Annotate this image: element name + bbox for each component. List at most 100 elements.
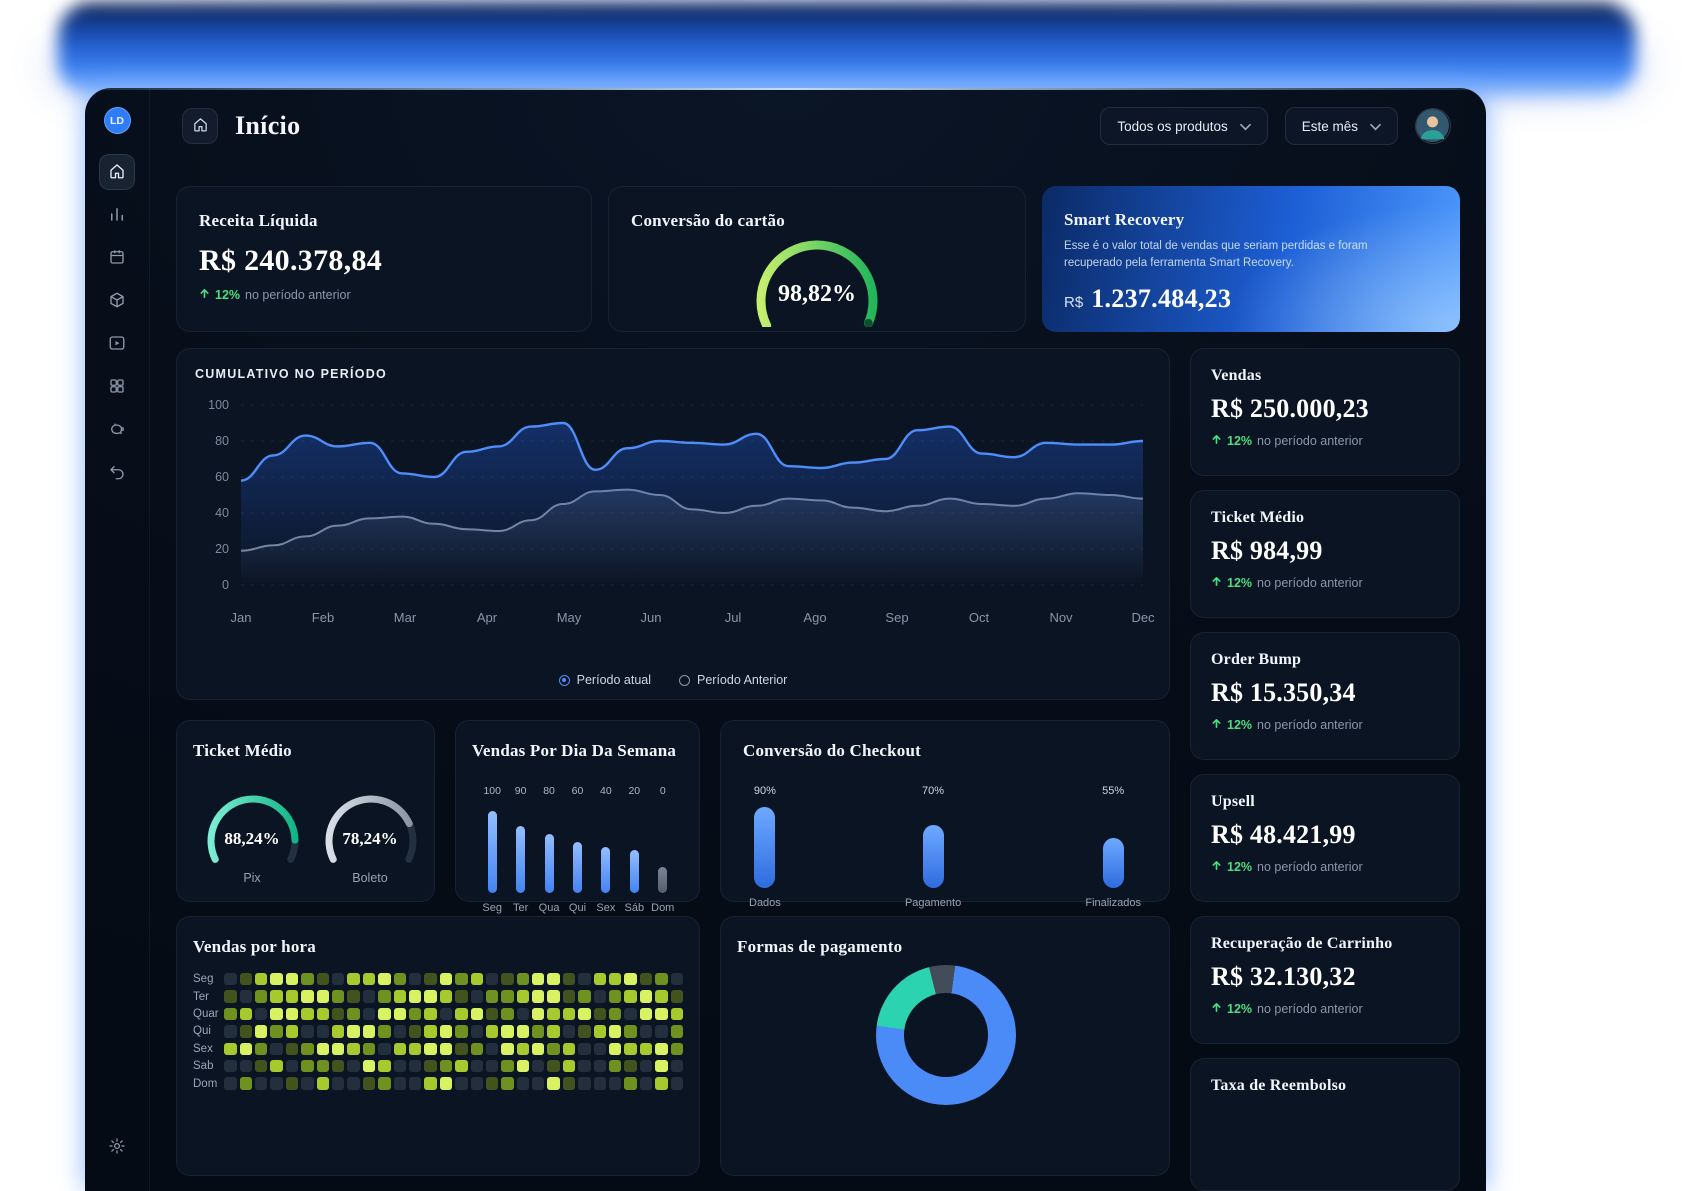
heatmap-cell — [624, 1042, 637, 1055]
heatmap-cell — [516, 1007, 530, 1021]
heatmap-cell — [362, 1077, 376, 1090]
heatmap-cell — [516, 1025, 530, 1038]
heatmap-cell — [532, 973, 545, 986]
heatmap-cell — [655, 1059, 668, 1073]
sidebar-item-calendar[interactable] — [99, 240, 135, 276]
stat-title: Taxa de Reembolso — [1211, 1077, 1347, 1094]
weekday-bar — [544, 834, 554, 893]
heatmap-cell — [301, 1077, 314, 1090]
heatmap-cell — [470, 1007, 483, 1021]
checkout-label: Finalizados — [1085, 897, 1141, 909]
up-arrow-icon — [1211, 434, 1222, 448]
heatmap-cell — [439, 973, 453, 986]
heatmap-cell — [455, 990, 468, 1003]
heatmap-cell — [501, 990, 514, 1003]
svg-text:Apr: Apr — [477, 610, 498, 625]
heatmap-cell — [362, 1007, 376, 1021]
heatmap-cell — [255, 1059, 268, 1073]
heatmap-cell — [609, 1007, 622, 1021]
sidebar-item-settings[interactable] — [99, 1129, 135, 1165]
heatmap-cell — [670, 990, 683, 1003]
card-conversao-cartao: Conversão do cartão 98,82% — [608, 186, 1026, 332]
checkout-bar — [754, 807, 776, 888]
heatmap-cell — [470, 990, 483, 1003]
svg-text:Dec: Dec — [1131, 610, 1155, 625]
heatmap-cell — [224, 1059, 237, 1073]
sidebar-item-home[interactable] — [99, 154, 135, 190]
heatmap-cell — [562, 1042, 576, 1055]
radio-unselected-icon — [679, 674, 690, 686]
heatmap-cell — [301, 1059, 314, 1073]
sidebar-item-finance[interactable] — [99, 412, 135, 448]
heatmap-row: Seg — [193, 973, 683, 986]
heatmap-cell — [362, 1025, 376, 1038]
heatmap-cell — [424, 1007, 437, 1021]
heatmap-cell — [639, 1007, 653, 1021]
weekday-bar — [601, 847, 611, 893]
heatmap-row-label: Sab — [193, 1060, 214, 1073]
heatmap-cell — [239, 1077, 253, 1090]
heatmap-cell — [224, 990, 237, 1003]
home-chip-button[interactable] — [182, 108, 218, 144]
sidebar-item-media[interactable] — [99, 326, 135, 362]
heatmap-cell — [639, 1059, 653, 1073]
heatmap-cell — [639, 1025, 653, 1038]
heatmap-cell — [547, 990, 560, 1003]
app-window: LD Início Todos os produtos Este mês Rec… — [85, 88, 1486, 1191]
heatmap-cell — [316, 1042, 330, 1055]
heatmap-cell — [501, 1025, 514, 1038]
heatmap-cell — [439, 1059, 453, 1073]
heatmap-cell — [424, 1025, 437, 1038]
heatmap-cell — [593, 1042, 607, 1055]
legend-periodo-anterior[interactable]: Período Anterior — [679, 673, 787, 687]
svg-text:Nov: Nov — [1049, 610, 1073, 625]
user-avatar[interactable] — [1415, 108, 1451, 144]
checkout-step: 70% Pagamento — [905, 785, 961, 909]
heatmap-cell — [624, 1007, 637, 1021]
heatmap-cell — [609, 1025, 622, 1038]
heatmap-cell — [239, 973, 253, 986]
heatmap-cell — [347, 1007, 360, 1021]
card-receita-liquida: Receita Líquida R$ 240.378,84 12% no per… — [176, 186, 592, 332]
heatmap-cell — [255, 1077, 268, 1090]
heatmap-cell — [270, 973, 283, 986]
heatmap-cell — [393, 1042, 406, 1055]
ticket-gauge: 78,24% Boleto — [311, 789, 429, 885]
heatmap-cell — [285, 1077, 299, 1090]
heatmap-cell — [224, 1077, 237, 1090]
svg-text:Jan: Jan — [231, 610, 252, 625]
checkout-step: 55% Finalizados — [1085, 785, 1141, 909]
heatmap-cell — [639, 990, 653, 1003]
heatmap-cell — [316, 973, 330, 986]
sidebar-item-products[interactable] — [99, 283, 135, 319]
heatmap-cell — [439, 1025, 453, 1038]
calendar-icon — [108, 248, 126, 269]
heatmap-cell — [393, 990, 406, 1003]
product-filter-dropdown[interactable]: Todos os produtos — [1100, 107, 1268, 145]
heatmap-cell — [547, 1059, 560, 1073]
workspace-avatar[interactable]: LD — [103, 107, 131, 134]
delta-value: 12% — [215, 288, 241, 302]
heatmap-cell — [562, 1077, 576, 1090]
heatmap-cell — [470, 1077, 483, 1090]
card-formas-pagamento: Formas de pagamento — [720, 916, 1170, 1176]
legend-periodo-atual[interactable]: Período atual — [558, 673, 651, 687]
heatmap-cell — [593, 1025, 607, 1038]
period-filter-dropdown[interactable]: Este mês — [1284, 107, 1398, 145]
sidebar-item-analytics[interactable] — [99, 197, 135, 233]
sidebar-item-apps[interactable] — [99, 369, 135, 405]
heatmap-cell — [424, 1059, 437, 1073]
weekday-axis-label: 20 — [628, 785, 641, 797]
svg-text:0: 0 — [222, 578, 229, 592]
heatmap-cell — [655, 1007, 668, 1021]
heatmap-cell — [532, 1025, 545, 1038]
sidebar-item-back[interactable] — [99, 455, 135, 491]
heatmap-cell — [562, 1007, 576, 1021]
heatmap-cell — [270, 1077, 283, 1090]
heatmap-cell — [285, 973, 299, 986]
heatmap-cell — [516, 990, 530, 1003]
heatmap-row: Sab — [193, 1059, 683, 1073]
heatmap-cell — [408, 1059, 422, 1073]
kpi-value: R$ 240.378,84 — [199, 244, 383, 277]
ticket-gauges-row: 88,24% Pix 78,24% Boleto — [193, 789, 418, 885]
